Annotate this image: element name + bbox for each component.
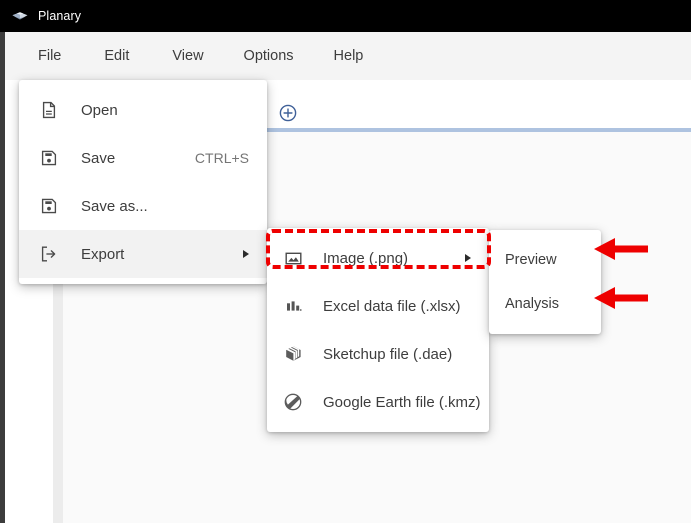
image-icon bbox=[281, 246, 305, 270]
application-window: Planary File Edit View Options Help Open… bbox=[0, 0, 691, 523]
menubar-item-help[interactable]: Help bbox=[334, 43, 364, 69]
menu-item-excel-xlsx-label: Excel data file (.xlsx) bbox=[323, 297, 461, 315]
menubar-item-file[interactable]: File bbox=[38, 43, 61, 69]
export-submenu-panel: Image (.png) Excel data file (.xlsx) Ske… bbox=[267, 228, 489, 432]
menubar-item-view[interactable]: View bbox=[172, 43, 203, 69]
sketchup-icon bbox=[281, 342, 305, 366]
export-arrow-icon bbox=[37, 242, 61, 266]
chevron-right-icon bbox=[243, 250, 249, 258]
menu-item-save-shortcut: CTRL+S bbox=[194, 150, 249, 166]
gem-icon bbox=[10, 6, 30, 26]
menu-item-sketchup-dae-label: Sketchup file (.dae) bbox=[323, 345, 453, 363]
menu-item-image-png-label: Image (.png) bbox=[323, 249, 409, 267]
menu-item-excel-xlsx[interactable]: Excel data file (.xlsx) bbox=[267, 282, 489, 330]
menu-item-google-earth-kmz-label: Google Earth file (.kmz) bbox=[323, 393, 481, 411]
menubar-item-options[interactable]: Options bbox=[244, 43, 294, 69]
menu-item-sketchup-dae[interactable]: Sketchup file (.dae) bbox=[267, 330, 489, 378]
window-title: Planary bbox=[38, 9, 82, 23]
title-bar: Planary bbox=[0, 0, 691, 32]
menu-item-preview-label: Preview bbox=[505, 252, 557, 268]
menu-item-save-as-label: Save as... bbox=[81, 197, 148, 215]
menu-item-analysis[interactable]: Analysis bbox=[489, 282, 601, 326]
file-menu-panel: Open Save CTRL+S Save as... Export bbox=[19, 80, 267, 284]
chevron-right-icon bbox=[465, 254, 471, 262]
menu-item-save-label: Save bbox=[81, 149, 116, 167]
document-icon bbox=[37, 98, 61, 122]
floppy-disk-icon bbox=[37, 194, 61, 218]
menu-item-export-label: Export bbox=[81, 245, 125, 263]
menu-item-save-as[interactable]: Save as... bbox=[19, 182, 267, 230]
menu-bar: File Edit View Options Help bbox=[5, 32, 691, 80]
menu-item-save[interactable]: Save CTRL+S bbox=[19, 134, 267, 182]
menu-item-analysis-label: Analysis bbox=[505, 296, 559, 312]
menu-item-export[interactable]: Export bbox=[19, 230, 267, 278]
menu-item-open-label: Open bbox=[81, 101, 118, 119]
bar-chart-icon bbox=[281, 294, 305, 318]
menu-item-open[interactable]: Open bbox=[19, 86, 267, 134]
image-submenu-panel: Preview Analysis bbox=[489, 230, 601, 334]
google-earth-icon bbox=[281, 390, 305, 414]
plus-circle-icon[interactable] bbox=[279, 104, 297, 122]
menu-item-preview[interactable]: Preview bbox=[489, 238, 601, 282]
menu-item-image-png[interactable]: Image (.png) bbox=[267, 234, 489, 282]
menubar-item-edit[interactable]: Edit bbox=[104, 43, 129, 69]
menu-item-google-earth-kmz[interactable]: Google Earth file (.kmz) bbox=[267, 378, 489, 426]
floppy-disk-icon bbox=[37, 146, 61, 170]
